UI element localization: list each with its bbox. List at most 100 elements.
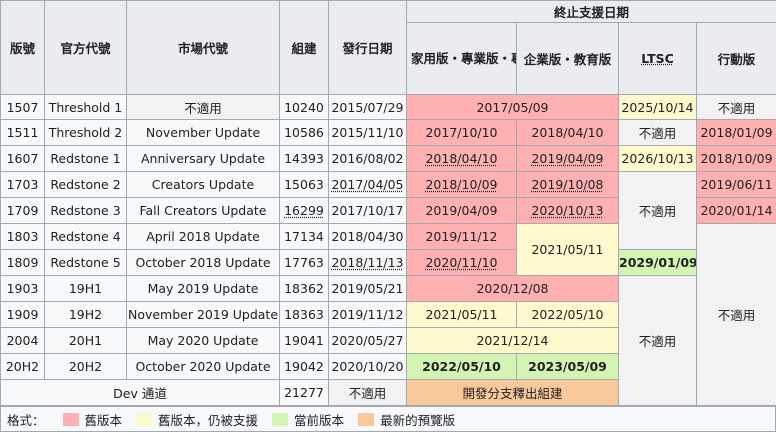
codename-cell: Threshold 2	[44, 119, 127, 146]
table-row: 1511 Threshold 2 November Update 10586 2…	[0, 119, 776, 146]
release-cell: 2018/04/30	[328, 223, 407, 250]
version-cell: 1511	[0, 119, 45, 146]
build-cell: 19042	[279, 353, 329, 380]
eos-enterprise-cell: 2019/04/09	[516, 145, 619, 172]
legend-item-old-supported: 舊版本，仍被支援	[128, 410, 258, 429]
table-row: 1809 Redstone 5 October 2018 Update 1776…	[0, 249, 776, 276]
release-cell: 2015/07/29	[328, 94, 407, 120]
eos-ltsc-cell: 不適用	[618, 119, 697, 146]
legend-text: 當前版本	[294, 412, 345, 428]
header-release-date: 發行日期	[328, 0, 407, 95]
eos-home-cell: 2021/05/11	[406, 301, 517, 328]
legend-swatch-green	[272, 412, 289, 426]
eos-home-value: 2018/04/10	[425, 151, 498, 166]
legend-item-preview: 最新的預覽版	[350, 410, 455, 429]
header-home-pro: 家用版・專業版・專業教育版・工作站專業版	[406, 22, 517, 95]
codename-cell: Redstone 4	[44, 223, 127, 250]
eos-enterprise-value: 2020/10/13	[531, 203, 604, 218]
legend-swatch-orange	[358, 412, 375, 426]
release-cell: 2020/05/27	[328, 327, 407, 354]
eos-home-cell: 2019/11/12	[406, 223, 517, 250]
eos-mobile-cell: 2020/01/14	[695, 197, 776, 224]
eos-home-cell: 2018/04/10	[406, 145, 517, 172]
codename-cell: Redstone 3	[44, 197, 127, 224]
build-cell: 10240	[279, 94, 329, 120]
release-cell: 2017/04/05	[328, 171, 407, 198]
eos-ltsc-cell: 不適用	[618, 171, 697, 250]
eos-mobile-cell: 不適用	[695, 94, 776, 120]
eos-home-cell: 2020/11/10	[406, 249, 517, 276]
eos-dev-cell: 開發分支釋出組建	[406, 379, 619, 406]
legend-item-current: 當前版本	[264, 410, 344, 429]
market-cell: May 2020 Update	[126, 327, 280, 354]
eos-enterprise-cell: 2022/05/10	[516, 301, 619, 328]
build-cell: 19041	[279, 327, 329, 354]
version-cell: 1909	[0, 301, 45, 328]
release-value: 2017/04/05	[331, 177, 404, 192]
header-version: 版號	[0, 0, 45, 95]
eos-home-cell: 2019/04/09	[406, 197, 517, 224]
header-official-codename: 官方代號	[44, 0, 127, 95]
header-enterprise-education: 企業版・教育版	[516, 22, 619, 95]
version-cell: 20H2	[0, 353, 45, 380]
legend-item-old: 舊版本	[55, 410, 122, 429]
version-cell: 1809	[0, 249, 45, 276]
eos-enterprise-value: 2019/04/09	[531, 151, 604, 166]
build-value: 16299	[284, 203, 324, 218]
eos-enterprise-value: 2019/10/08	[531, 177, 604, 192]
release-cell: 2019/11/12	[328, 301, 407, 328]
version-cell: 2004	[0, 327, 45, 354]
table-row: 1703 Redstone 2 Creators Update 15063 20…	[0, 171, 776, 250]
release-cell: 不適用	[328, 379, 407, 406]
eos-enterprise-cell: 2020/10/13	[516, 197, 619, 224]
build-cell: 16299	[279, 197, 329, 224]
build-cell: 17763	[279, 249, 329, 276]
build-cell: 10586	[279, 119, 329, 146]
dev-channel-cell: Dev 通道	[0, 379, 280, 406]
header-build: 組建	[279, 0, 329, 95]
eos-home-cell: 2018/10/09	[406, 171, 517, 198]
legend-label: 格式：	[7, 412, 45, 428]
codename-cell: Redstone 5	[44, 249, 127, 276]
codename-cell: Redstone 2	[44, 171, 127, 198]
ltsc-link[interactable]: LTSC	[641, 51, 674, 66]
legend-text: 最新的預覽版	[380, 412, 456, 428]
eos-ltsc-cell: 2029/01/09	[618, 249, 697, 276]
header-end-of-support: 終止支援日期	[405, 0, 776, 23]
eos-home-cell: 2022/05/10	[406, 353, 517, 380]
market-cell: Fall Creators Update	[126, 197, 280, 224]
legend-swatch-yellow	[136, 412, 153, 426]
eos-ltsc-cell: 不適用	[618, 275, 697, 406]
eos-mobile-cell: 不適用	[695, 223, 776, 406]
eos-home-enterprise-cell: 2021/12/14	[406, 327, 619, 354]
version-cell: 1703	[0, 171, 45, 198]
codename-cell: 19H2	[44, 301, 127, 328]
release-cell: 2016/08/02	[328, 145, 407, 172]
market-cell: 不適用	[126, 94, 280, 120]
market-cell: October 2020 Update	[126, 353, 280, 380]
build-cell: 14393	[279, 145, 329, 172]
eos-enterprise-cell: 2023/05/09	[516, 353, 619, 380]
table-row: 1507 Threshold 1 不適用 10240 2015/07/29 20…	[0, 94, 776, 120]
eos-home-cell: 2017/10/10	[406, 119, 517, 146]
legend: 格式： 舊版本 舊版本，仍被支援 當前版本 最新的預覽版	[0, 406, 776, 432]
market-cell: April 2018 Update	[126, 223, 280, 250]
header-ltsc[interactable]: LTSC	[618, 22, 697, 95]
market-cell: May 2019 Update	[126, 275, 280, 302]
release-cell: 2020/10/20	[328, 353, 407, 380]
eos-home-enterprise-cell: 2020/12/08	[406, 275, 619, 302]
version-cell: 1607	[0, 145, 45, 172]
build-cell: 17134	[279, 223, 329, 250]
build-cell: 18362	[279, 275, 329, 302]
eos-home-value: 2018/10/09	[425, 177, 498, 192]
market-cell: November Update	[126, 119, 280, 146]
eos-mobile-cell: 2019/06/11	[695, 171, 776, 198]
legend-text: 舊版本，仍被支援	[158, 412, 259, 428]
table-row: 1903 19H1 May 2019 Update 18362 2019/05/…	[0, 275, 776, 406]
market-cell: Anniversary Update	[126, 145, 280, 172]
eos-ltsc-cell: 2026/10/13	[618, 145, 697, 172]
version-cell: 1709	[0, 197, 45, 224]
market-cell: October 2018 Update	[126, 249, 280, 276]
header-marketing-name: 市場代號	[126, 0, 280, 95]
release-cell: 2017/10/17	[328, 197, 407, 224]
